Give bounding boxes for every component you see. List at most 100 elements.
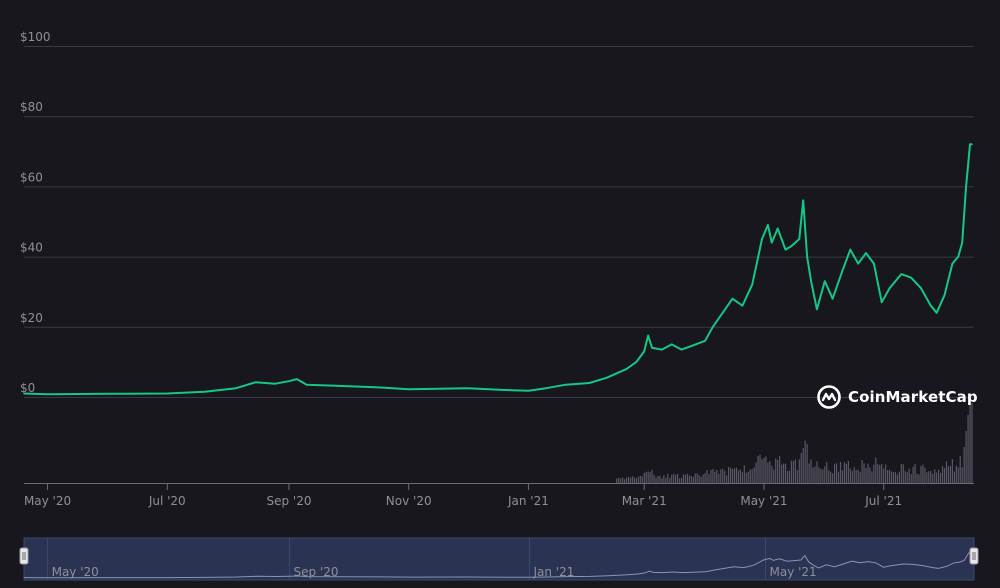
volume-bar <box>747 471 749 483</box>
volume-bar <box>898 471 900 483</box>
x-tick-label: Mar '21 <box>622 494 667 508</box>
volume-bar <box>934 469 936 483</box>
volume-bar <box>702 474 704 483</box>
volume-bar <box>671 474 673 483</box>
price-point <box>824 280 826 283</box>
volume-bar <box>900 463 902 483</box>
price-point <box>731 297 734 300</box>
volume-bar <box>722 468 724 483</box>
volume-bar <box>726 475 728 483</box>
price-point <box>888 287 891 290</box>
volume-bar <box>953 471 955 483</box>
volume-bar <box>680 477 683 483</box>
volume-bar <box>696 473 698 483</box>
volume-bar <box>896 474 899 483</box>
volume-bar <box>926 472 928 483</box>
volume-bar <box>863 463 865 483</box>
price-line <box>23 143 972 396</box>
volume-bar <box>759 454 761 483</box>
price-point <box>957 255 960 258</box>
price-point <box>588 382 591 384</box>
volume-bar <box>869 467 871 483</box>
price-point <box>504 389 506 391</box>
volume-bar <box>861 459 863 483</box>
volume-bar <box>728 466 730 483</box>
price-point <box>670 343 673 346</box>
volume-bar <box>765 456 767 483</box>
volume-bar <box>938 469 940 483</box>
volume-bar <box>914 463 916 483</box>
volume-bar <box>971 403 973 483</box>
price-point <box>816 308 818 311</box>
volume-bar <box>690 476 692 483</box>
price-point <box>761 238 763 240</box>
volume-bar <box>720 469 722 483</box>
volume-bar <box>853 467 855 483</box>
volume-bar <box>694 473 696 483</box>
volume-bar <box>939 472 942 483</box>
price-point <box>776 227 779 230</box>
price-chart[interactable]: $0 $20 $40 $60 $80 $100 May '20 Jul '20 Sep '20… <box>0 0 1000 584</box>
volume-bar <box>859 471 861 483</box>
volume-bar <box>851 470 853 483</box>
price-point <box>254 381 257 384</box>
volume-bar <box>667 473 669 483</box>
volume-bar <box>745 472 747 483</box>
volume-bar <box>883 468 885 483</box>
volume-bar <box>828 470 830 483</box>
volume-bar <box>714 471 716 483</box>
volume-bar <box>947 466 950 483</box>
price-point <box>771 241 773 244</box>
volume-bar <box>824 466 826 483</box>
volume-bar <box>924 467 926 483</box>
volume-bar <box>665 477 667 483</box>
volume-bar <box>779 455 781 483</box>
volume-bar <box>700 477 702 483</box>
volume-bar <box>769 460 771 483</box>
volume-bar <box>731 468 734 483</box>
volume-bar <box>647 471 649 483</box>
volume-bar <box>922 464 924 483</box>
volume-bar <box>888 469 891 483</box>
price-point <box>873 262 875 265</box>
volume-bar <box>865 467 867 483</box>
volume-bar <box>814 466 816 483</box>
volume-bar <box>841 470 844 483</box>
volume-bar <box>784 463 787 483</box>
volume-bar <box>916 473 918 483</box>
volume-bar <box>951 459 953 483</box>
volume-bar <box>967 415 969 483</box>
volume-bar <box>724 470 726 483</box>
price-point <box>849 248 852 251</box>
price-point <box>721 312 724 314</box>
volume-bar <box>733 468 736 483</box>
navigator-tick-label: May '21 <box>770 565 817 579</box>
volume-bar <box>781 464 783 483</box>
price-chart-svg[interactable]: $0$20$40$60$80$100 May '20 Jul '20 Sep '20… <box>0 0 1000 584</box>
range-navigator[interactable]: May '20 Sep '20 Jan '21 May '21 <box>19 537 979 581</box>
volume-bar <box>969 403 971 483</box>
volume-bar <box>625 477 628 483</box>
volume-bar <box>802 448 804 483</box>
volume-bar <box>753 467 755 483</box>
volume-bar <box>800 452 802 483</box>
volume-bar <box>808 463 810 483</box>
volume-bar <box>635 478 637 483</box>
volume-bar <box>798 459 800 483</box>
price-point <box>935 312 938 314</box>
volume-bar <box>704 473 706 483</box>
price-point <box>647 334 649 337</box>
volume-bar <box>849 468 851 483</box>
y-tick-label: $60 <box>20 170 43 184</box>
navigator-left-handle[interactable] <box>19 547 29 565</box>
volume-bar <box>706 470 708 483</box>
price-point <box>625 368 628 370</box>
volume-bar <box>675 474 677 483</box>
price-point <box>865 252 867 254</box>
volume-bar <box>920 466 922 483</box>
volume-bar <box>651 469 653 483</box>
volume-bar <box>773 469 775 483</box>
x-axis: May '20 Jul '20 Sep '20 Nov '20 Jan '21 Mar '… <box>24 483 974 508</box>
volume-bar <box>816 461 818 483</box>
navigator-right-handle[interactable] <box>969 547 979 565</box>
